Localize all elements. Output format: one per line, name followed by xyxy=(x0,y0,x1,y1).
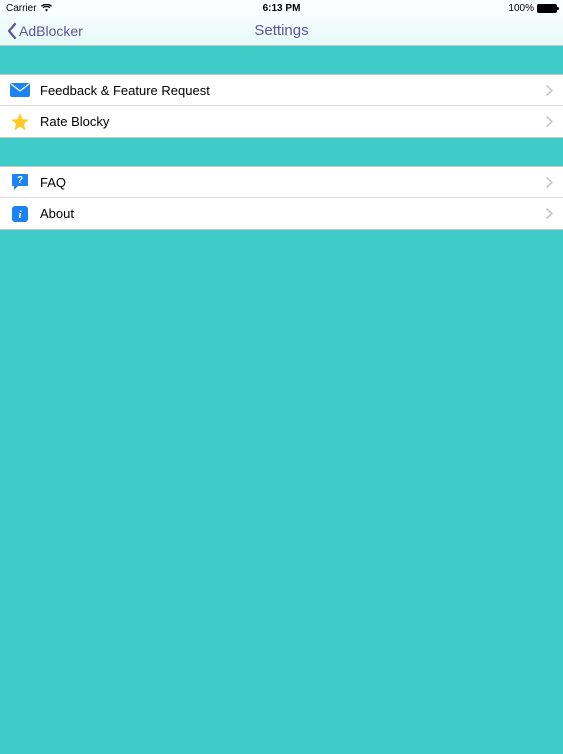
status-time: 6:13 PM xyxy=(263,3,301,14)
chevron-left-icon xyxy=(6,22,17,40)
section-spacer xyxy=(0,138,563,166)
question-icon: ? xyxy=(10,172,30,192)
chevron-right-icon xyxy=(546,177,553,188)
chevron-right-icon xyxy=(546,116,553,127)
section-spacer xyxy=(0,46,563,74)
row-faq[interactable]: ? FAQ xyxy=(0,166,563,198)
back-button[interactable]: AdBlocker xyxy=(6,22,83,40)
row-label: Rate Blocky xyxy=(40,114,546,129)
status-bar: Carrier 6:13 PM 100% xyxy=(0,0,563,16)
back-label: AdBlocker xyxy=(19,23,83,39)
row-label: Feedback & Feature Request xyxy=(40,83,546,98)
chevron-right-icon xyxy=(546,208,553,219)
page-title: Settings xyxy=(254,22,308,39)
svg-text:?: ? xyxy=(17,175,23,186)
battery-percent: 100% xyxy=(508,3,534,14)
chevron-right-icon xyxy=(546,85,553,96)
row-label: About xyxy=(40,206,546,221)
carrier-label: Carrier xyxy=(6,3,37,14)
status-left: Carrier xyxy=(6,3,52,14)
wifi-icon xyxy=(41,4,52,12)
row-about[interactable]: i About xyxy=(0,198,563,230)
status-right: 100% xyxy=(508,3,557,14)
row-feedback[interactable]: Feedback & Feature Request xyxy=(0,74,563,106)
mail-icon xyxy=(10,80,30,100)
info-icon: i xyxy=(10,204,30,224)
star-icon xyxy=(10,112,30,132)
list-group-0: Feedback & Feature Request Rate Blocky xyxy=(0,74,563,138)
row-rate[interactable]: Rate Blocky xyxy=(0,106,563,138)
background-fill xyxy=(0,230,563,754)
list-group-1: ? FAQ i About xyxy=(0,166,563,230)
nav-bar: AdBlocker Settings xyxy=(0,16,563,46)
battery-icon xyxy=(537,4,557,13)
row-label: FAQ xyxy=(40,175,546,190)
